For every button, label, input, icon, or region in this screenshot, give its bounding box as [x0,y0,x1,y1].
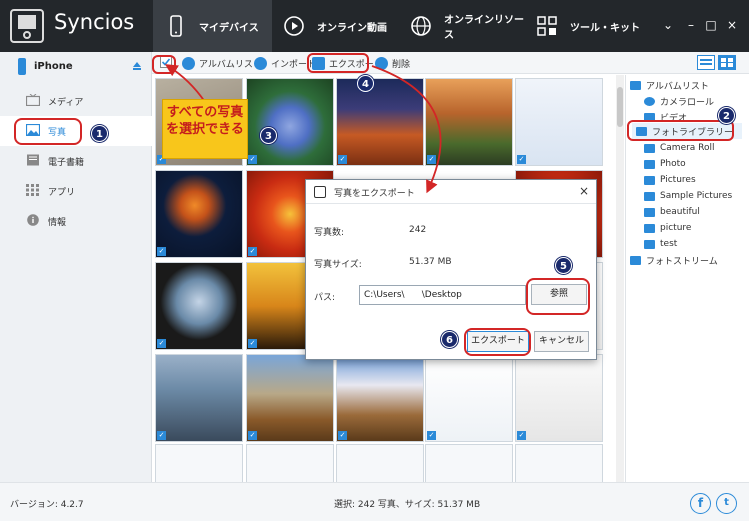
facebook-icon[interactable]: f [690,493,711,514]
select-all-callout: すべての写真を選択できる [162,99,248,159]
selection-summary: 選択: 242 写真、サイズ: 51.37 MB [334,500,481,510]
twitter-icon[interactable]: t [716,493,737,514]
annotation-ring-photos [14,118,82,145]
step-badge-1: 1 [91,125,108,142]
annotation-ring-export-confirm [464,328,531,356]
step-badge-3: 3 [260,127,277,144]
annotation-ring-export [307,53,369,73]
annotation-ring-photo-library [627,120,734,141]
annotation-ring-browse [526,278,590,315]
step-badge-4: 4 [357,75,374,92]
step-badge-5: 5 [555,257,572,274]
annotation-arrows [164,64,442,194]
step-badge-6: 6 [441,331,458,348]
annotation-ring-select-all [152,55,176,74]
status-bar: バージョン: 4.2.7 選択: 242 写真、サイズ: 51.37 MB f … [0,482,749,521]
version-label: バージョン: 4.2.7 [10,500,84,510]
step-badge-2: 2 [718,107,735,124]
